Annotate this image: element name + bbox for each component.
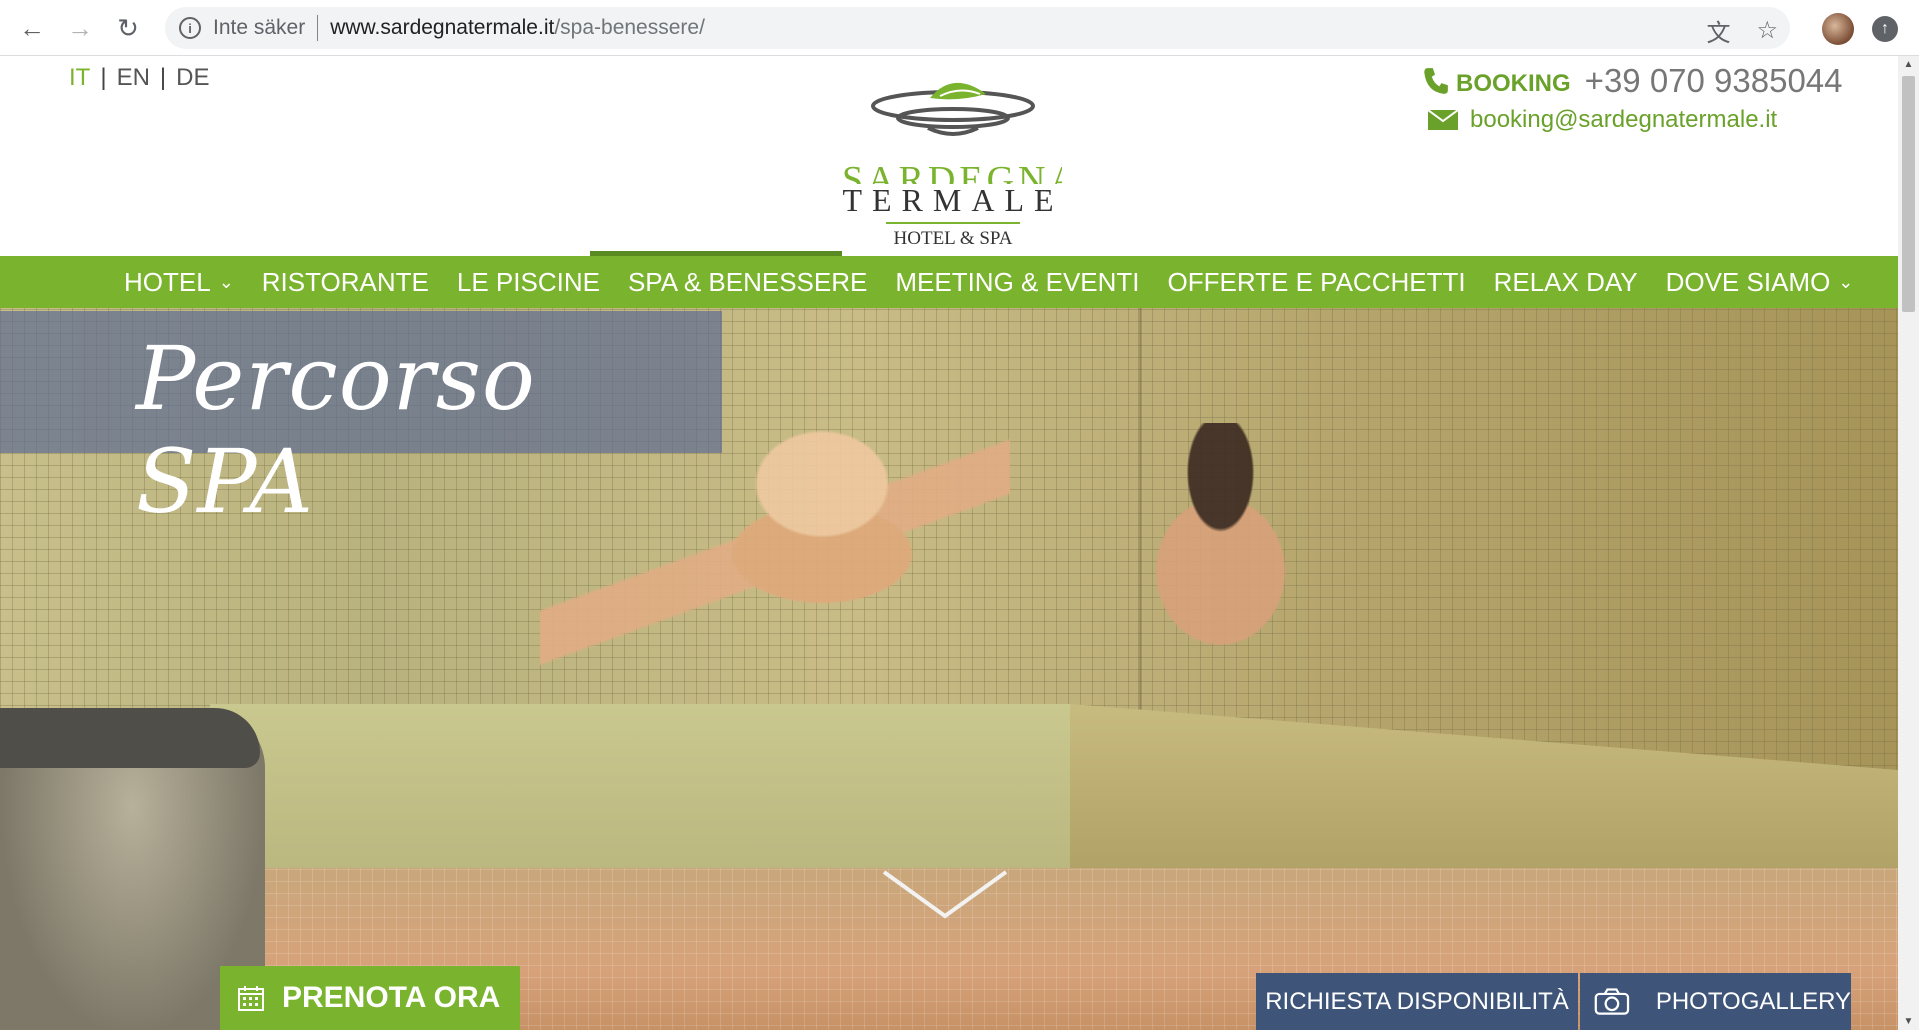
lang-it[interactable]: IT xyxy=(69,64,100,92)
calendar-icon xyxy=(238,986,264,1011)
omnibox-actions: 文 ☆ xyxy=(1706,13,1778,48)
email-row[interactable]: booking@sardegnatermale.it xyxy=(1428,106,1843,134)
nav-item-label: LE PISCINE xyxy=(456,266,600,297)
forward-arrow-icon[interactable]: → xyxy=(62,10,98,46)
availability-request-label: RICHIESTA DISPONIBILITÀ xyxy=(1265,987,1569,1015)
nav-item-relax-day[interactable]: RELAX DAY xyxy=(1480,267,1652,298)
logo-rule xyxy=(886,222,1020,224)
contact-block: BOOKING +39 070 9385044 booking@sardegna… xyxy=(1422,62,1843,134)
hero-image: Percorso SPA PRENOTA ORA RICHIESTA DISPO… xyxy=(0,308,1898,1030)
address-separator xyxy=(317,15,319,41)
nav-item-spa-benessere[interactable]: SPA & BENESSERE xyxy=(614,267,881,298)
nav-item-hotel[interactable]: HOTEL ⌄ xyxy=(110,267,248,298)
phone-icon xyxy=(1424,68,1448,94)
url-path: /spa-benessere/ xyxy=(554,16,705,39)
info-icon[interactable]: i xyxy=(179,17,201,39)
nav-item-label: RELAX DAY xyxy=(1493,266,1638,297)
camera-icon xyxy=(1594,987,1630,1015)
tiled-bench xyxy=(210,704,1070,884)
nav-item-label: OFFERTE E PACCHETTI xyxy=(1167,266,1466,297)
site-logo[interactable]: SARDEGNA TERMALE HOTEL & SPA xyxy=(838,68,1068,258)
nav-item-dove-siamo[interactable]: DOVE SIAMO ⌄ xyxy=(1652,267,1868,298)
scrollbar-thumb[interactable] xyxy=(1902,76,1915,312)
logo-line-1: SARDEGNA xyxy=(842,159,1062,184)
nav-item-ristorante[interactable]: RISTORANTE xyxy=(248,267,443,298)
nav-items: HOTEL ⌄ RISTORANTE LE PISCINE SPA & BENE… xyxy=(110,256,1867,308)
page-scrollbar[interactable]: ▲ ▼ xyxy=(1898,56,1919,1030)
booking-label: BOOKING xyxy=(1456,70,1571,97)
logo-line-2: TERMALE xyxy=(842,182,1064,218)
nav-item-label: RISTORANTE xyxy=(261,266,429,297)
nav-item-label: SPA & BENESSERE xyxy=(627,266,868,297)
nav-item-label: HOTEL xyxy=(124,266,211,297)
update-icon[interactable]: ↑ xyxy=(1872,16,1898,42)
lang-en[interactable]: EN xyxy=(107,64,160,92)
hero-title: Percorso SPA xyxy=(136,327,536,533)
browser-toolbar: ← → ↻ i Inte säker www.sardegnatermale.i… xyxy=(0,0,1919,56)
mail-icon xyxy=(1428,110,1458,130)
nav-item-label: MEETING & EVENTI xyxy=(895,266,1140,297)
scroll-down-chevron-icon[interactable] xyxy=(880,866,1010,922)
url-domain: www.sardegnatermale.it xyxy=(330,16,555,39)
site-header: IT | EN | DE SARDEGNA TERMALE HOTEL & SP… xyxy=(0,56,1898,256)
photogallery-button[interactable]: PHOTOGALLERY xyxy=(1580,973,1851,1030)
hero-title-banner: Percorso SPA xyxy=(0,311,722,533)
nav-item-le-piscine[interactable]: LE PISCINE xyxy=(443,267,614,298)
basin-water xyxy=(0,708,260,768)
nav-item-meeting-eventi[interactable]: MEETING & EVENTI xyxy=(881,267,1153,298)
scroll-down-arrow-icon[interactable]: ▼ xyxy=(1898,1013,1919,1030)
chevron-down-icon: ⌄ xyxy=(218,271,234,292)
logo-line-3: HOTEL & SPA xyxy=(893,228,1013,249)
phone-number[interactable]: +39 070 9385044 xyxy=(1585,62,1843,100)
scroll-up-arrow-icon[interactable]: ▲ xyxy=(1898,56,1919,73)
book-now-button[interactable]: PRENOTA ORA xyxy=(220,966,520,1030)
bowl-leaf-icon xyxy=(871,82,1035,136)
translate-icon[interactable]: 文 xyxy=(1706,13,1730,48)
language-switcher: IT | EN | DE xyxy=(69,64,219,92)
back-arrow-icon[interactable]: ← xyxy=(14,10,50,46)
phone-row[interactable]: BOOKING +39 070 9385044 xyxy=(1422,62,1843,100)
reload-icon[interactable]: ↻ xyxy=(110,10,146,46)
page: ← → ↻ i Inte säker www.sardegnatermale.i… xyxy=(0,0,1919,1030)
bookmark-star-icon[interactable]: ☆ xyxy=(1756,16,1778,45)
email-link[interactable]: booking@sardegnatermale.it xyxy=(1470,106,1777,134)
address-bar[interactable]: i Inte säker www.sardegnatermale.it/spa-… xyxy=(165,7,1790,49)
availability-request-button[interactable]: RICHIESTA DISPONIBILITÀ xyxy=(1256,973,1578,1030)
security-label: Inte säker xyxy=(213,16,306,39)
chevron-down-icon: ⌄ xyxy=(1838,271,1854,292)
nav-item-offerte-pacchetti[interactable]: OFFERTE E PACCHETTI xyxy=(1154,267,1480,298)
photo-person-right xyxy=(1090,423,1380,753)
profile-avatar[interactable] xyxy=(1822,13,1854,45)
main-nav: HOTEL ⌄ RISTORANTE LE PISCINE SPA & BENE… xyxy=(0,256,1898,308)
book-now-label: PRENOTA ORA xyxy=(282,981,501,1014)
lang-de[interactable]: DE xyxy=(166,64,219,92)
photogallery-label: PHOTOGALLERY xyxy=(1655,987,1851,1015)
nav-item-label: DOVE SIAMO xyxy=(1665,266,1831,297)
